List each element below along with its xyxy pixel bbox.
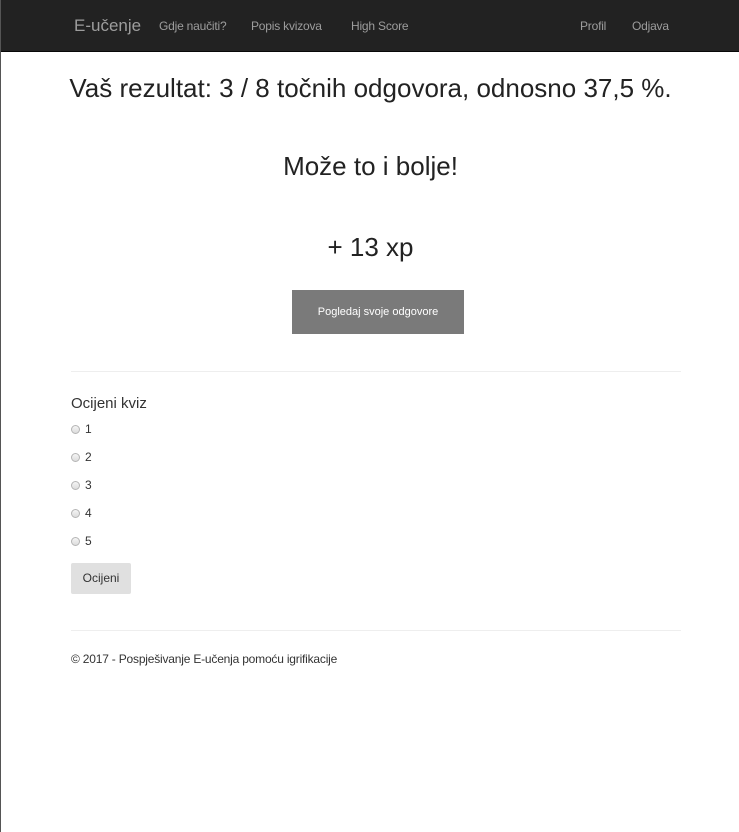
brand-link[interactable]: E-učenje bbox=[74, 0, 141, 52]
rating-radio-3[interactable] bbox=[71, 480, 80, 490]
rating-radio-2[interactable] bbox=[71, 452, 80, 462]
result-message: Može to i bolje! bbox=[283, 151, 458, 181]
nav-link-profil[interactable]: Profil bbox=[580, 0, 606, 52]
nav-link-odjava[interactable]: Odjava bbox=[632, 0, 669, 52]
view-answers-button[interactable]: Pogledaj svoje odgovore bbox=[292, 290, 464, 334]
score-text: Vaš rezultat: 3 / 8 točnih odgovora, odn… bbox=[69, 73, 672, 103]
nav-link-high-score[interactable]: High Score bbox=[351, 0, 409, 52]
footer-text: © 2017 - Pospješivanje E-učenja pomoću i… bbox=[71, 652, 338, 666]
rating-radio-4[interactable] bbox=[71, 508, 80, 518]
rating-option-5[interactable]: 5 bbox=[71, 533, 92, 549]
rating-label-1: 1 bbox=[85, 422, 92, 436]
xp-gained: + 13 xp bbox=[327, 232, 414, 262]
rating-radio-1[interactable] bbox=[71, 424, 80, 434]
rating-option-4[interactable]: 4 bbox=[71, 505, 92, 521]
rating-option-3[interactable]: 3 bbox=[71, 477, 92, 493]
footer-divider bbox=[71, 630, 681, 631]
divider bbox=[71, 371, 681, 372]
page: E-učenje Gdje naučiti? Popis kvizova Hig… bbox=[0, 0, 739, 832]
nav-link-gdje-nauciti[interactable]: Gdje naučiti? bbox=[159, 0, 227, 52]
rating-option-2[interactable]: 2 bbox=[71, 449, 92, 465]
rating-label-4: 4 bbox=[85, 506, 92, 520]
rating-label-2: 2 bbox=[85, 450, 92, 464]
navbar: E-učenje Gdje naučiti? Popis kvizova Hig… bbox=[1, 0, 739, 52]
nav-link-popis-kvizova[interactable]: Popis kvizova bbox=[251, 0, 322, 52]
rating-label-3: 3 bbox=[85, 478, 92, 492]
rating-label-5: 5 bbox=[85, 534, 92, 548]
rating-radio-5[interactable] bbox=[71, 536, 80, 546]
rating-option-1[interactable]: 1 bbox=[71, 421, 92, 437]
rate-quiz-button[interactable]: Ocijeni bbox=[71, 563, 131, 594]
rating-title: Ocijeni kviz bbox=[71, 395, 147, 412]
